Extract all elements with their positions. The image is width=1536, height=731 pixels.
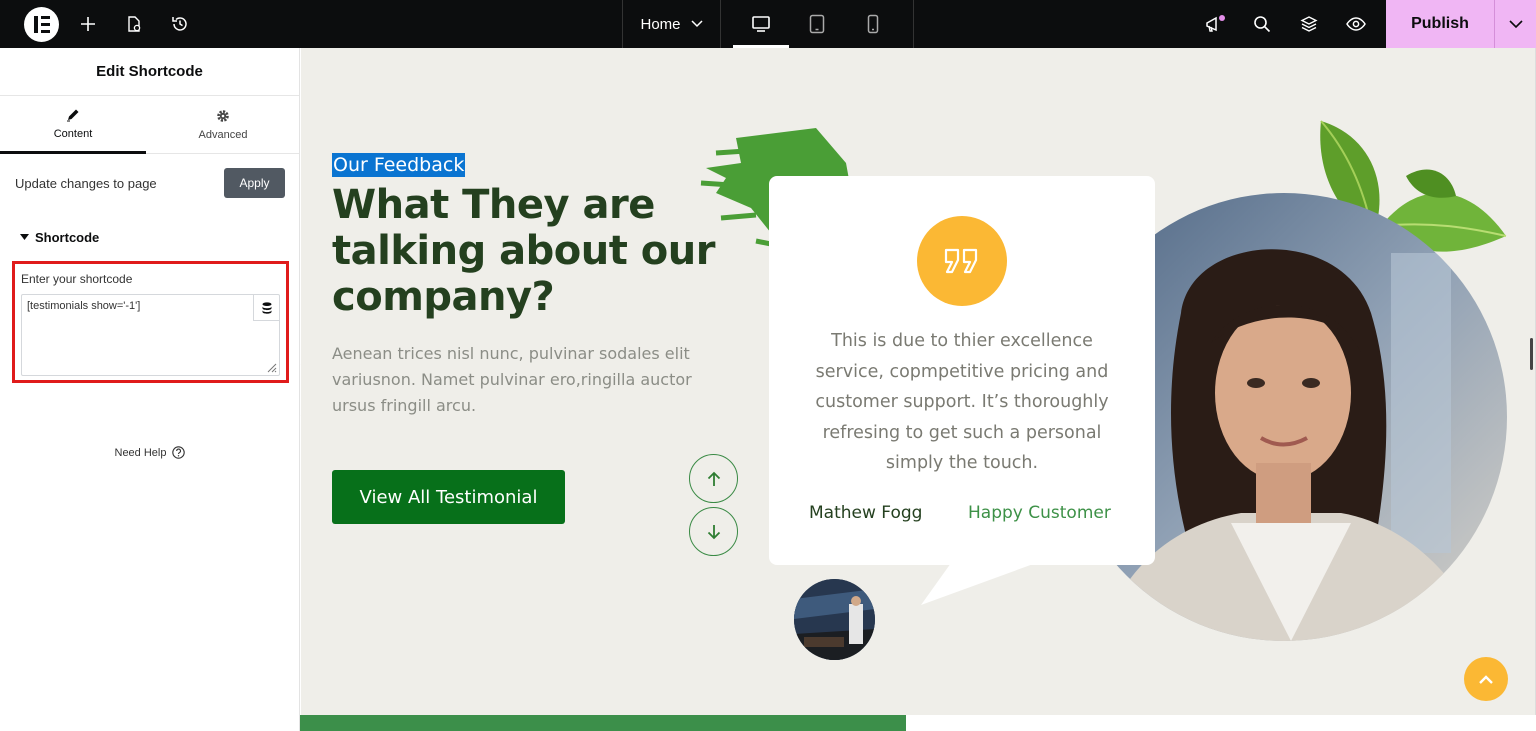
testimonial-role: Happy Customer [968,503,1111,523]
bubble-tail-decoration [921,563,1036,605]
section-toggle-shortcode[interactable]: Shortcode [20,230,99,245]
divider [720,0,721,48]
add-element-button[interactable] [76,0,100,48]
search-icon [1254,16,1271,33]
footer-strip [300,715,906,731]
section-headline: What They are talking about our company? [332,182,715,320]
update-changes-label: Update changes to page [15,175,157,191]
mobile-icon [867,14,879,34]
testimonial-card: This is due to thier excellence service,… [769,176,1155,565]
apply-button[interactable]: Apply [224,168,285,198]
device-mobile-button[interactable] [845,0,901,48]
add-icon [81,17,95,31]
caret-down-icon [20,234,29,240]
arrow-down-icon [707,524,720,539]
chevron-down-icon [1508,19,1523,28]
panel-title: Edit Shortcode [0,48,299,96]
chevron-up-icon [1479,674,1493,684]
search-button[interactable] [1250,0,1274,48]
elementor-logo-icon[interactable] [24,7,59,42]
notifications-button[interactable] [1202,0,1228,48]
testimonial-author: Mathew Fogg [809,503,923,523]
need-help-link[interactable]: Need Help [0,446,300,459]
desktop-icon [752,16,770,32]
shortcode-control: Enter your shortcode [testimonials show=… [12,261,289,383]
chevron-down-icon [690,20,703,28]
canvas-scrollbar-thumb[interactable] [1530,338,1533,370]
device-tablet-button[interactable] [789,0,845,48]
preview-button[interactable] [1344,0,1368,48]
history-icon [172,17,187,31]
view-all-testimonial-button[interactable]: View All Testimonial [332,470,565,524]
arrow-up-icon [707,471,720,486]
database-icon [262,301,271,314]
editor-topbar: Home Publish [0,0,1536,48]
section-title: Shortcode [35,230,100,245]
history-button[interactable] [168,0,192,48]
tab-advanced[interactable]: Advanced [150,96,296,153]
footer-strip [906,715,1536,731]
section-description: Aenean trices nisl nunc, pulvinar sodale… [332,344,692,415]
publish-options-button[interactable] [1495,0,1536,48]
page-selector[interactable]: Home [623,0,720,48]
next-testimonial-button[interactable] [689,507,738,556]
preview-icon [1346,17,1366,31]
tablet-icon [809,14,825,34]
tab-label: Advanced [198,128,248,141]
device-desktop-button[interactable] [733,0,789,48]
editor-panel: Edit Shortcode Content Advanced Update c… [0,48,300,731]
page-settings-button[interactable] [122,0,146,48]
dynamic-tags-button[interactable] [253,295,279,321]
tab-label: Content [53,127,93,140]
publish-button[interactable]: Publish [1386,0,1494,48]
scroll-to-top-button[interactable] [1464,657,1508,701]
notifications-icon [1206,15,1225,32]
customer-avatar[interactable] [794,579,875,660]
preview-canvas: Our Feedback What They are talking about… [301,48,1535,715]
page-settings-icon [128,16,141,32]
page-name: Home [640,15,681,33]
need-help-label: Need Help [114,446,167,459]
testimonial-quote: This is due to thier excellence service,… [815,331,1109,473]
shortcode-value: [testimonials show='-1'] [27,300,141,312]
publish-label: Publish [1411,15,1469,32]
previous-testimonial-button[interactable] [689,454,738,503]
divider [913,0,914,48]
section-kicker: Our Feedback [332,153,466,177]
help-icon [172,446,186,459]
quote-icon [917,216,1007,306]
shortcode-label: Enter your shortcode [21,272,133,286]
update-changes-row: Update changes to page Apply [15,168,285,198]
shortcode-textarea[interactable]: [testimonials show='-1'] [21,294,280,376]
gear-icon [217,109,229,122]
resize-handle-icon[interactable] [265,361,277,373]
structure-icon [1300,16,1318,32]
panel-tabs: Content Advanced [0,96,299,154]
structure-button[interactable] [1297,0,1321,48]
tab-content[interactable]: Content [0,96,146,154]
pencil-icon [67,109,79,121]
